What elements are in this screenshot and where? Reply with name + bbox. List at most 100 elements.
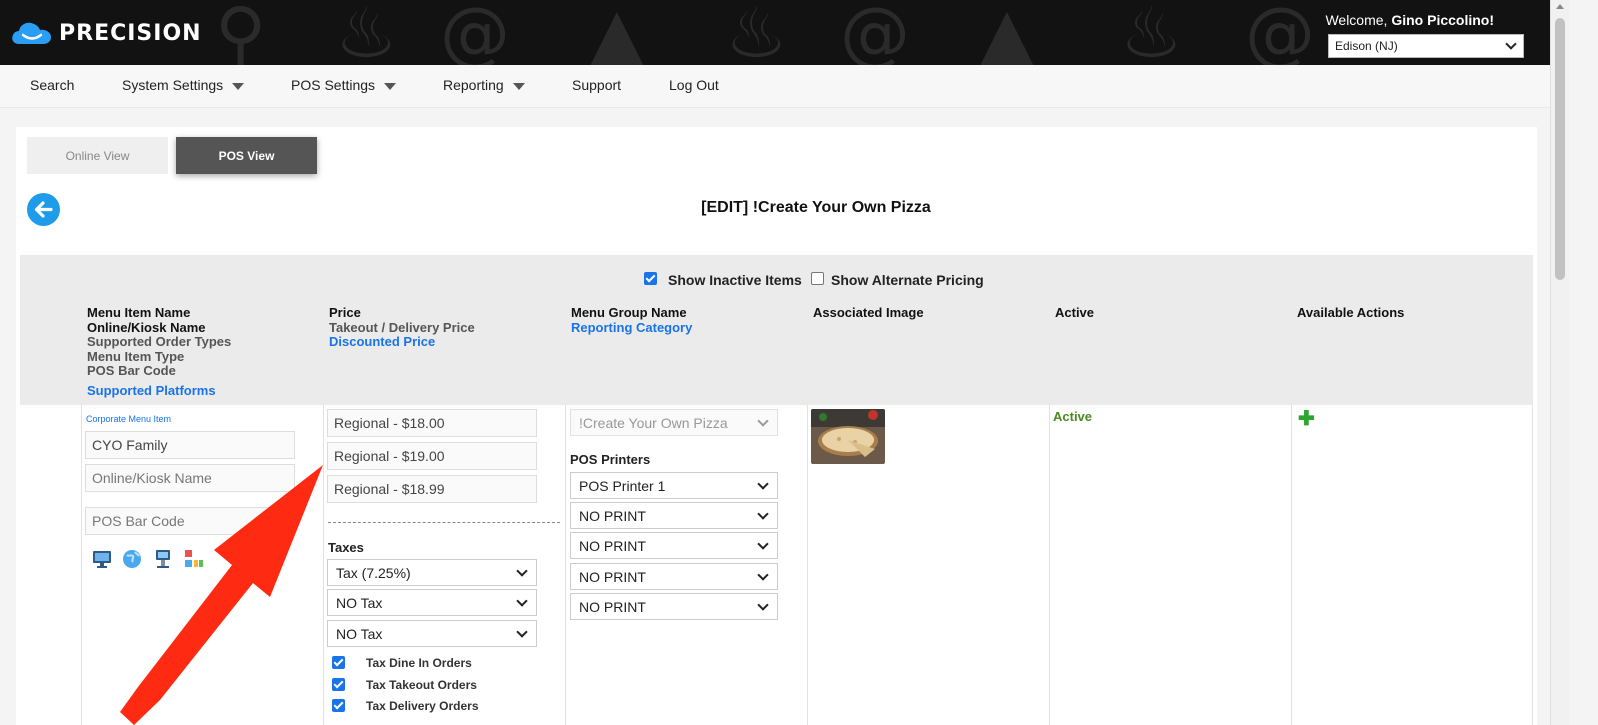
globe-icon[interactable] (121, 548, 143, 570)
col-price-line3: Discounted Price (329, 334, 436, 349)
apps-icon[interactable] (182, 548, 204, 570)
show-inactive-checkbox[interactable] (644, 272, 657, 285)
brand-name: PRECISION (59, 20, 202, 46)
col-name-line4: Menu Item Type (87, 348, 185, 364)
nav-reporting-label: Reporting (443, 77, 504, 93)
location-select[interactable]: Edison (NJ) (1328, 34, 1524, 58)
tab-online-view[interactable]: Online View (27, 137, 168, 174)
chevron-down-icon (757, 414, 769, 427)
tax-delivery-checkbox[interactable] (332, 699, 345, 712)
pos-printer-select-5[interactable]: NO PRINT (570, 593, 778, 620)
pos-printer-4-value: NO PRINT (579, 568, 646, 585)
chevron-down-icon (1505, 38, 1517, 50)
plus-icon[interactable]: ✚ (1298, 409, 1315, 429)
chevron-down-icon (757, 477, 769, 490)
discounted-price-input[interactable]: Regional - $18.99 (327, 475, 537, 503)
chevron-down-icon (757, 598, 769, 611)
nav-search[interactable]: Search (30, 77, 74, 93)
column-header-price: Price Takeout / Delivery Price Discounte… (329, 305, 475, 350)
chevron-down-icon (516, 564, 528, 577)
column-header-active: Active (1055, 305, 1095, 320)
chevron-down-icon (757, 507, 769, 520)
pos-printer-select-1[interactable]: POS Printer 1 (570, 472, 778, 499)
decor-icon: ♨ (1120, 0, 1183, 65)
column-divider (1291, 405, 1292, 725)
pizza-thumbnail-image[interactable] (811, 409, 885, 464)
menu-item-name-input[interactable]: CYO Family (85, 431, 295, 459)
tax-select-3[interactable]: NO Tax (327, 620, 537, 647)
section-divider (328, 522, 560, 523)
pos-printer-select-3[interactable]: NO PRINT (570, 532, 778, 559)
tax-takeout-checkbox[interactable] (332, 678, 345, 691)
col-name-line5: POS Bar Code (87, 363, 176, 378)
decor-icon: @ (1245, 0, 1315, 65)
tax-select-2[interactable]: NO Tax (327, 589, 537, 616)
menu-group-select[interactable]: !Create Your Own Pizza (570, 409, 778, 436)
show-inactive-label: Show Inactive Items (668, 272, 802, 288)
nav-logout[interactable]: Log Out (669, 77, 719, 93)
nav-support[interactable]: Support (572, 77, 621, 93)
tax-select-2-value: NO Tax (336, 594, 383, 611)
pos-bar-code-input[interactable]: POS Bar Code (85, 507, 295, 535)
decor-icon: @ (840, 0, 910, 65)
decor-icon: ♨ (725, 0, 788, 65)
welcome-text: Welcome, Gino Piccolino! (1325, 12, 1494, 28)
nav-system-settings-label: System Settings (122, 77, 224, 93)
col-group-line1: Menu Group Name (571, 305, 687, 320)
nav-support-label: Support (572, 77, 622, 93)
caret-down-icon (384, 82, 397, 90)
col-name-line6: Supported Platforms (87, 382, 216, 398)
tab-online-label: Online View (65, 148, 130, 163)
col-price-line2: Takeout / Delivery Price (329, 319, 475, 335)
pos-printer-2-value: NO PRINT (579, 507, 646, 524)
pos-printer-select-2[interactable]: NO PRINT (570, 502, 778, 529)
tax-select-1-value: Tax (7.25%) (336, 564, 411, 581)
brand-logo[interactable]: PRECISION (11, 20, 202, 46)
taxes-label: Taxes (328, 540, 364, 555)
tab-pos-label: POS View (218, 148, 275, 163)
chevron-down-icon (757, 568, 769, 581)
tax-dine-in-checkbox[interactable] (332, 656, 345, 669)
col-group-line2: Reporting Category (571, 319, 693, 335)
online-kiosk-name-input[interactable]: Online/Kiosk Name (85, 464, 295, 492)
nav-system-settings[interactable]: System Settings (122, 77, 245, 93)
scroll-up-icon[interactable] (1556, 4, 1564, 9)
decor-icon: ♨ (335, 0, 398, 65)
pos-printer-3-value: NO PRINT (579, 537, 646, 554)
menu-item-editor: Online View POS View [EDIT] !Create Your… (16, 127, 1537, 725)
price-regional-input[interactable]: Regional - $18.00 (327, 409, 537, 437)
cloud-logo-icon (12, 22, 51, 44)
tax-select-3-value: NO Tax (336, 625, 383, 642)
col-name-line1: Menu Item Name (87, 305, 191, 320)
chevron-down-icon (516, 625, 528, 638)
nav-search-label: Search (30, 77, 75, 93)
kiosk-icon[interactable] (152, 548, 174, 570)
show-alternate-checkbox[interactable] (811, 272, 824, 285)
nav-reporting[interactable]: Reporting (443, 77, 525, 93)
pos-printers-label: POS Printers (570, 452, 651, 467)
column-divider (81, 405, 82, 725)
user-name: Gino Piccolino! (1391, 12, 1494, 28)
pos-printer-select-4[interactable]: NO PRINT (570, 563, 778, 590)
takeout-delivery-price-input[interactable]: Regional - $19.00 (327, 442, 537, 470)
tax-select-1[interactable]: Tax (7.25%) (327, 559, 537, 586)
tax-dine-in-label: Tax Dine In Orders (366, 656, 472, 670)
page-title: [EDIT] !Create Your Own Pizza (701, 199, 931, 216)
decor-icon: @ (440, 0, 510, 65)
main-nav: Search System Settings POS Settings Repo… (0, 65, 1550, 108)
nav-pos-settings[interactable]: POS Settings (291, 77, 397, 93)
scrollbar-thumb[interactable] (1555, 18, 1565, 280)
desktop-icon[interactable] (91, 548, 113, 570)
column-divider (565, 405, 566, 725)
column-header-group: Menu Group Name Reporting Category (571, 305, 693, 335)
corporate-menu-item-link[interactable]: Corporate Menu Item (86, 414, 171, 424)
page-scrollbar[interactable] (1550, 0, 1569, 725)
top-header: ⚲ ♨ @ ▲ ♨ @ ▲ ♨ @ PRECISION Welcome, Gin… (0, 0, 1550, 65)
pos-printer-5-value: NO PRINT (579, 598, 646, 615)
chevron-down-icon (516, 594, 528, 607)
col-name-line3: Supported Order Types (87, 334, 232, 349)
tab-pos-view[interactable]: POS View (176, 137, 317, 174)
column-header-actions: Available Actions (1297, 305, 1405, 320)
status-active: Active (1053, 409, 1093, 424)
column-divider (1049, 405, 1050, 725)
